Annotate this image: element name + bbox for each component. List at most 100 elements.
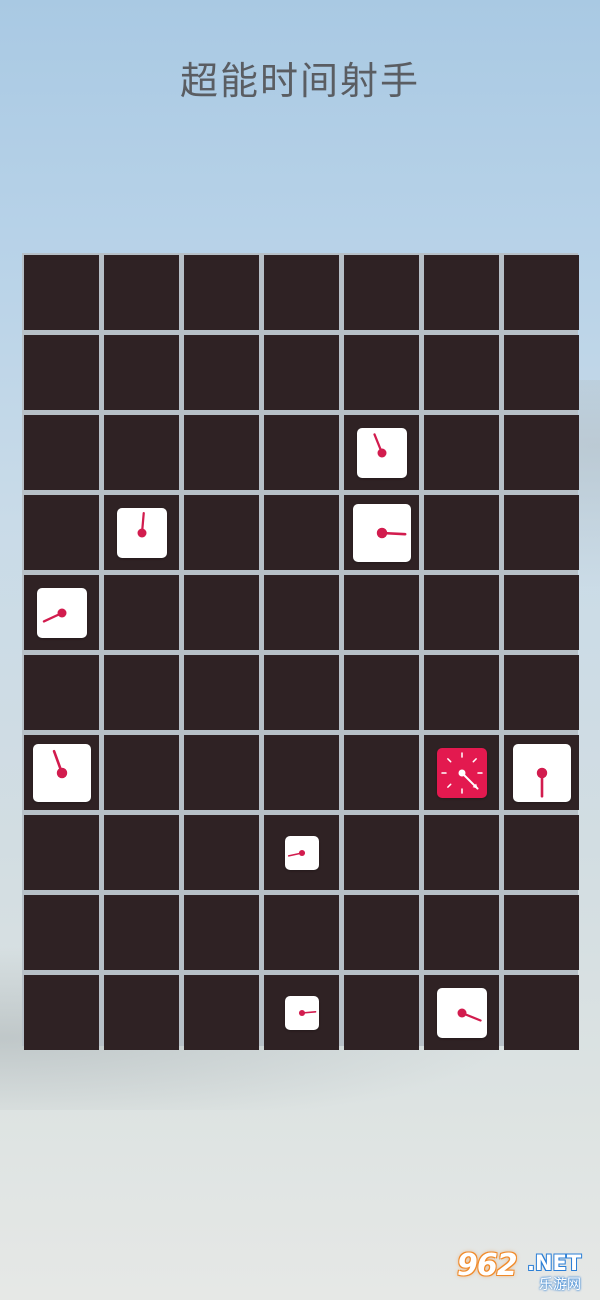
grid-cell[interactable]: [104, 255, 179, 330]
watermark-caption: 乐游网: [539, 1277, 581, 1293]
grid-cell[interactable]: [344, 735, 419, 810]
clock-tile[interactable]: [284, 995, 319, 1030]
clock-face-icon: [287, 849, 305, 857]
grid-cell[interactable]: [344, 575, 419, 650]
watermark-number: 962: [457, 1248, 518, 1283]
clock-face-icon: [42, 608, 66, 623]
grid-cell[interactable]: [264, 335, 339, 410]
clock-center-dot: [137, 528, 146, 537]
grid-cell[interactable]: [424, 655, 499, 730]
grid-cell[interactable]: [504, 895, 579, 970]
grid-cell[interactable]: [184, 895, 259, 970]
grid-cell[interactable]: [504, 495, 579, 570]
clock-tick: [472, 757, 477, 762]
grid-cell[interactable]: [344, 655, 419, 730]
grid-cell[interactable]: [104, 975, 179, 1050]
clock-face-icon: [372, 432, 386, 457]
grid-cell[interactable]: [184, 575, 259, 650]
clock-center-dot: [56, 767, 67, 778]
grid-cell[interactable]: [24, 895, 99, 970]
clock-center-dot: [376, 527, 387, 538]
grid-cell[interactable]: [184, 655, 259, 730]
clock-tile[interactable]: [356, 427, 407, 478]
grid-cell[interactable]: [264, 655, 339, 730]
grid-cell[interactable]: [184, 255, 259, 330]
grid-cell[interactable]: [104, 735, 179, 810]
grid-cell[interactable]: [424, 415, 499, 490]
grid-cell[interactable]: [504, 815, 579, 890]
grid-cell[interactable]: [24, 495, 99, 570]
grid-cell[interactable]: [424, 895, 499, 970]
clock-center-dot: [458, 769, 465, 776]
clock-tile[interactable]: [36, 587, 87, 638]
clock-center-dot: [57, 608, 66, 617]
grid-cell[interactable]: [24, 335, 99, 410]
grid-cell[interactable]: [24, 655, 99, 730]
site-watermark: 962 .NET 乐游网: [457, 1248, 592, 1294]
grid-cell[interactable]: [104, 655, 179, 730]
grid-cell[interactable]: [264, 575, 339, 650]
game-board: [22, 253, 579, 1050]
grid-cell[interactable]: [24, 415, 99, 490]
grid-cell[interactable]: [504, 655, 579, 730]
grid-cell[interactable]: [24, 975, 99, 1050]
grid-cell[interactable]: [104, 335, 179, 410]
clock-tile[interactable]: [436, 987, 487, 1038]
grid-cell[interactable]: [424, 815, 499, 890]
grid-cell[interactable]: [184, 975, 259, 1050]
clock-face-icon: [536, 767, 547, 798]
grid-cell[interactable]: [24, 815, 99, 890]
grid-cell[interactable]: [504, 575, 579, 650]
grid-cell[interactable]: [104, 815, 179, 890]
clock-center-dot: [298, 849, 305, 856]
grid-cell[interactable]: [264, 255, 339, 330]
grid-cell[interactable]: [424, 575, 499, 650]
grid-cell[interactable]: [344, 335, 419, 410]
clock-face-icon: [298, 1009, 316, 1016]
grid-cell[interactable]: [184, 415, 259, 490]
grid-cell[interactable]: [344, 895, 419, 970]
grid-cell[interactable]: [104, 415, 179, 490]
clock-face-icon: [376, 527, 406, 538]
clock-face-icon: [52, 749, 67, 778]
clock-center-dot: [377, 448, 386, 457]
clock-tile[interactable]: [512, 743, 571, 802]
grid-cell[interactable]: [184, 495, 259, 570]
clock-tile[interactable]: [116, 507, 167, 558]
grid-cell[interactable]: [344, 975, 419, 1050]
grid-cell[interactable]: [184, 815, 259, 890]
grid-cell[interactable]: [104, 895, 179, 970]
watermark-suffix: .NET: [527, 1251, 582, 1275]
clock-tile[interactable]: [32, 743, 91, 802]
grid-cell[interactable]: [504, 975, 579, 1050]
grid-cell[interactable]: [424, 495, 499, 570]
grid-cell[interactable]: [344, 255, 419, 330]
grid-cell[interactable]: [424, 255, 499, 330]
grid-cell[interactable]: [504, 255, 579, 330]
clock-tile[interactable]: [352, 503, 411, 562]
grid-cell[interactable]: [184, 735, 259, 810]
grid-cell[interactable]: [344, 815, 419, 890]
clock-center-dot: [457, 1008, 466, 1017]
grid-cell[interactable]: [24, 255, 99, 330]
clock-center-dot: [298, 1009, 305, 1016]
game-screen: 超能时间射手 962 .NET 乐游网: [0, 0, 600, 1300]
active-clock-tile[interactable]: [436, 747, 487, 798]
grid-cell[interactable]: [264, 415, 339, 490]
clock-center-dot: [536, 767, 547, 778]
clock-tile[interactable]: [284, 835, 319, 870]
game-title: 超能时间射手: [179, 59, 420, 103]
clock-face-icon: [457, 1008, 482, 1022]
grid-cell[interactable]: [264, 495, 339, 570]
clock-face-icon: [440, 751, 483, 794]
grid-cell[interactable]: [264, 735, 339, 810]
grid-cell[interactable]: [504, 335, 579, 410]
grid-cell[interactable]: [264, 895, 339, 970]
clock-tick: [446, 757, 451, 762]
grid-cell[interactable]: [184, 335, 259, 410]
grid-cell[interactable]: [424, 335, 499, 410]
clock-tick: [446, 783, 451, 788]
clock-face-icon: [137, 511, 146, 537]
grid-cell[interactable]: [504, 415, 579, 490]
grid-cell[interactable]: [104, 575, 179, 650]
